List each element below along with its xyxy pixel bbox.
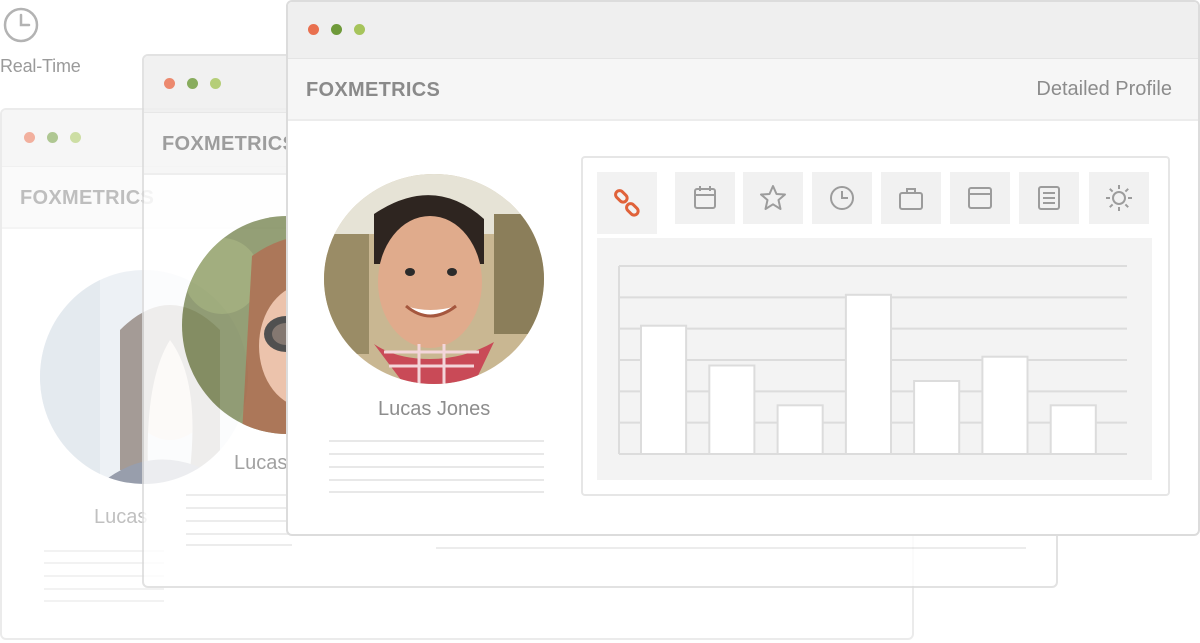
chart-bar[interactable]	[640, 324, 688, 455]
profile-name: Lucas	[94, 506, 148, 528]
bar-chart-plot	[618, 265, 1127, 456]
tab-calendar[interactable]	[675, 172, 735, 224]
tab-links[interactable]	[597, 172, 657, 234]
avatar	[324, 174, 544, 384]
chart-bar[interactable]	[776, 404, 824, 456]
profile-name: Lucas	[234, 452, 288, 474]
close-dot[interactable]	[24, 132, 35, 143]
bar-chart	[597, 238, 1152, 480]
icon-tab-bar	[597, 172, 1157, 234]
minimize-dot[interactable]	[331, 24, 342, 35]
brand-logo: FOXMETRICS	[162, 133, 297, 155]
sun-icon	[1106, 185, 1132, 211]
briefcase-icon	[899, 188, 923, 210]
window-header: FOXMETRICS Detailed Profile	[288, 59, 1198, 121]
minimize-dot[interactable]	[47, 132, 58, 143]
maximize-dot[interactable]	[70, 132, 81, 143]
star-icon	[760, 185, 786, 210]
tab-business[interactable]	[881, 172, 941, 224]
browser-window-icon	[968, 187, 992, 209]
brand-logo: FOXMETRICS	[306, 79, 441, 101]
detailed-profile-tab[interactable]: Detailed Profile	[1036, 78, 1172, 101]
main-window: FOXMETRICS Detailed Profile Lucas Jones	[286, 0, 1200, 536]
link-icon	[614, 189, 640, 217]
tab-history[interactable]	[812, 172, 872, 224]
profile-name: Lucas Jones	[378, 398, 491, 420]
minimize-dot[interactable]	[187, 78, 198, 89]
chart-bar[interactable]	[708, 364, 756, 455]
tab-notes[interactable]	[1019, 172, 1079, 224]
close-dot[interactable]	[308, 24, 319, 35]
clock-icon	[3, 7, 39, 43]
tab-sessions[interactable]	[950, 172, 1010, 224]
real-time-badge[interactable]: Real-Time	[0, 4, 100, 76]
clock-icon	[830, 186, 854, 210]
close-dot[interactable]	[164, 78, 175, 89]
tab-settings[interactable]	[1089, 172, 1149, 224]
chart-bar[interactable]	[913, 380, 961, 455]
document-icon	[1038, 186, 1060, 210]
calendar-icon	[694, 186, 716, 209]
chart-bar[interactable]	[844, 293, 892, 455]
maximize-dot[interactable]	[354, 24, 365, 35]
tab-favorites[interactable]	[743, 172, 803, 224]
analytics-panel	[581, 156, 1170, 496]
chart-bar[interactable]	[1049, 404, 1097, 456]
chart-bar[interactable]	[981, 355, 1029, 455]
window-titlebar	[288, 2, 1198, 59]
maximize-dot[interactable]	[210, 78, 221, 89]
brand-logo: FOXMETRICS	[20, 187, 155, 209]
real-time-label: Real-Time	[0, 56, 81, 76]
